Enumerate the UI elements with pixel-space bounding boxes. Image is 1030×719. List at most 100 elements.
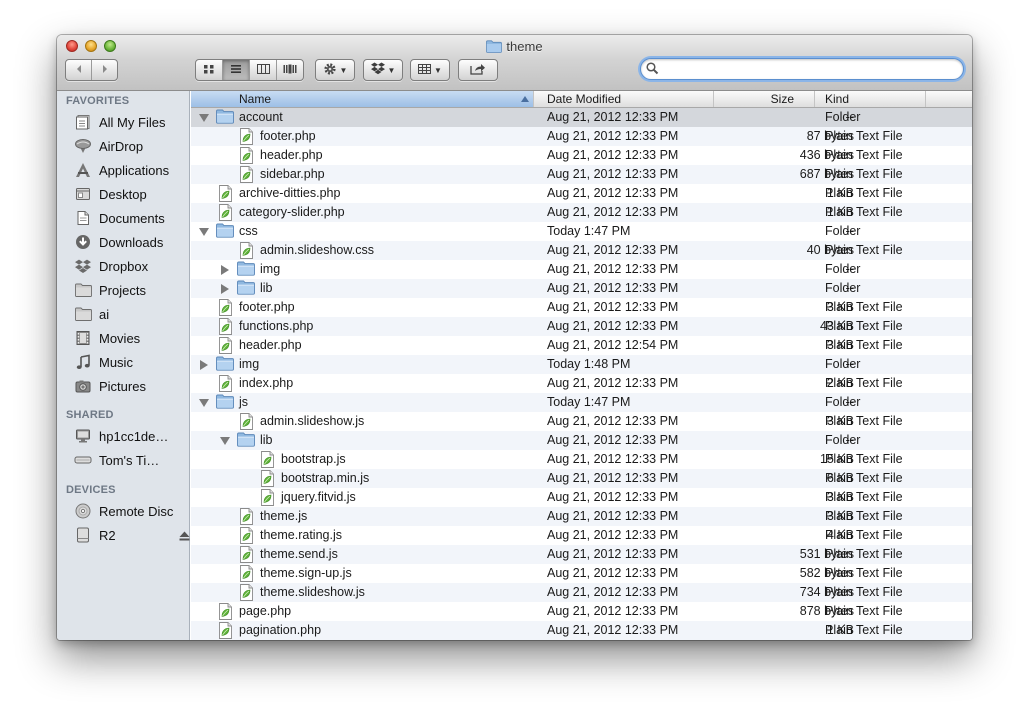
file-name: index.php <box>239 376 294 390</box>
list-view-button[interactable] <box>223 60 250 80</box>
arrange-menu-button[interactable]: ▼ <box>410 59 450 81</box>
sidebar-item-dropbox[interactable]: Dropbox <box>73 256 189 276</box>
file-row[interactable]: page.php Aug 21, 2012 12:33 PM 878 bytes Pl… <box>191 602 972 621</box>
file-row[interactable]: theme.slideshow.js Aug 21, 2012 12:33 PM 7… <box>191 583 972 602</box>
file-date-modified: Aug 21, 2012 12:33 PM <box>547 205 679 219</box>
file-name: theme.sign-up.js <box>260 566 352 580</box>
folder-row[interactable]: account Aug 21, 2012 12:33 PM -- Folder <box>191 108 972 127</box>
file-kind: Folder <box>825 433 861 447</box>
kind-column-header[interactable]: Kind <box>815 91 926 107</box>
sidebar-item-movies[interactable]: Movies <box>73 328 189 348</box>
file-row[interactable]: theme.js Aug 21, 2012 12:33 PM 3 KB Plain T… <box>191 507 972 526</box>
desktop-icon <box>73 185 93 203</box>
disclosure-triangle-open-icon[interactable] <box>220 437 230 445</box>
file-kind: Plain Text File <box>825 585 903 599</box>
file-name: footer.php <box>260 129 316 143</box>
sidebar-item-hp1cc1de[interactable]: hp1cc1de… <box>73 426 189 446</box>
text-file-icon <box>218 204 236 221</box>
column-header-bar: Name Date Modified Size Kind <box>191 91 972 108</box>
file-row[interactable]: theme.rating.js Aug 21, 2012 12:33 PM 4 KB… <box>191 526 972 545</box>
coverflow-view-button[interactable] <box>277 60 303 80</box>
file-row[interactable]: header.php Aug 21, 2012 12:54 PM 3 KB Plain… <box>191 336 972 355</box>
date-column-header[interactable]: Date Modified <box>534 91 714 107</box>
back-button[interactable] <box>66 60 92 80</box>
sidebar-item-ai[interactable]: ai <box>73 304 189 324</box>
file-kind: Folder <box>825 262 861 276</box>
chevron-down-icon: ▼ <box>339 65 348 75</box>
sidebar-item-airdrop[interactable]: AirDrop <box>73 136 189 156</box>
disclosure-triangle-open-icon[interactable] <box>199 399 209 407</box>
file-row[interactable]: index.php Aug 21, 2012 12:33 PM 2 KB Plain … <box>191 374 972 393</box>
file-row[interactable]: bootstrap.min.js Aug 21, 2012 12:33 PM 6 K… <box>191 469 972 488</box>
folder-row[interactable]: lib Aug 21, 2012 12:33 PM -- Folder <box>191 279 972 298</box>
file-row[interactable]: functions.php Aug 21, 2012 12:33 PM 43 KB P… <box>191 317 972 336</box>
search-field[interactable] <box>640 58 964 80</box>
sidebar-item-remote-disc[interactable]: Remote Disc <box>73 501 189 521</box>
folder-row[interactable]: js Today 1:47 PM -- Folder <box>191 393 972 412</box>
file-kind: Folder <box>825 281 861 295</box>
folder-row[interactable]: css Today 1:47 PM -- Folder <box>191 222 972 241</box>
file-kind: Plain Text File <box>825 243 903 257</box>
folder-row[interactable]: lib Aug 21, 2012 12:33 PM -- Folder <box>191 431 972 450</box>
name-column-header[interactable]: Name <box>191 91 534 107</box>
sidebar-item-r2[interactable]: R2 <box>73 525 190 545</box>
file-name: footer.php <box>239 300 295 314</box>
sidebar-item-pictures[interactable]: Pictures <box>73 376 189 396</box>
file-row[interactable]: footer.php Aug 21, 2012 12:33 PM 3 KB Plain… <box>191 298 972 317</box>
size-column-header[interactable]: Size <box>714 91 815 107</box>
sidebar-item-applications[interactable]: Applications <box>73 160 189 180</box>
forward-button[interactable] <box>92 60 117 80</box>
chevron-down-icon: ▼ <box>387 65 396 75</box>
dropbox-menu-button[interactable]: ▼ <box>363 59 403 81</box>
date-column-label: Date Modified <box>547 92 622 106</box>
text-file-icon <box>239 508 257 525</box>
file-name: sidebar.php <box>260 167 325 181</box>
folder-row[interactable]: img Today 1:48 PM -- Folder <box>191 355 972 374</box>
sidebar-item-label: Downloads <box>99 234 164 250</box>
file-row[interactable]: sidebar.php Aug 21, 2012 12:33 PM 687 byte… <box>191 165 972 184</box>
file-row[interactable]: archive-ditties.php Aug 21, 2012 12:33 PM… <box>191 184 972 203</box>
sidebar-item-downloads[interactable]: Downloads <box>73 232 189 252</box>
sidebar-item-label: Movies <box>99 330 141 346</box>
file-date-modified: Aug 21, 2012 12:33 PM <box>547 585 679 599</box>
file-row[interactable]: header.php Aug 21, 2012 12:33 PM 436 bytes… <box>191 146 972 165</box>
file-date-modified: Aug 21, 2012 12:33 PM <box>547 547 679 561</box>
text-file-icon <box>218 185 236 202</box>
sidebar-item-projects[interactable]: Projects <box>73 280 189 300</box>
file-row[interactable]: category-slider.php Aug 21, 2012 12:33 PM… <box>191 203 972 222</box>
file-row[interactable]: admin.slideshow.js Aug 21, 2012 12:33 PM 3… <box>191 412 972 431</box>
text-file-icon <box>239 527 257 544</box>
file-row[interactable]: bootstrap.js Aug 21, 2012 12:33 PM 15 KB Pl… <box>191 450 972 469</box>
file-row[interactable]: admin.slideshow.css Aug 21, 2012 12:33 PM… <box>191 241 972 260</box>
sidebar-item-desktop[interactable]: Desktop <box>73 184 189 204</box>
sidebar-item-music[interactable]: Music <box>73 352 189 372</box>
disclosure-triangle-open-icon[interactable] <box>199 228 209 236</box>
sidebar-item-tom-s-ti[interactable]: Tom's Ti… <box>73 450 189 470</box>
file-row[interactable]: pagination.php Aug 21, 2012 12:33 PM 1 KB P… <box>191 621 972 640</box>
column-view-button[interactable] <box>250 60 277 80</box>
back-forward-control <box>65 59 118 81</box>
sidebar-item-documents[interactable]: Documents <box>73 208 189 228</box>
folder-icon <box>486 40 503 56</box>
list-view-icon <box>230 63 242 77</box>
text-file-icon <box>218 603 236 620</box>
sidebar-item-all-my-files[interactable]: All My Files <box>73 112 189 132</box>
action-menu-button[interactable]: ▼ <box>315 59 355 81</box>
share-button[interactable] <box>458 59 498 81</box>
file-row[interactable]: footer.php Aug 21, 2012 12:33 PM 87 bytes P… <box>191 127 972 146</box>
disclosure-triangle-closed-icon[interactable] <box>221 265 229 275</box>
file-row[interactable]: theme.sign-up.js Aug 21, 2012 12:33 PM 582… <box>191 564 972 583</box>
disclosure-triangle-open-icon[interactable] <box>199 114 209 122</box>
file-row[interactable]: theme.send.js Aug 21, 2012 12:33 PM 531 by… <box>191 545 972 564</box>
icon-view-button[interactable] <box>196 60 223 80</box>
disclosure-triangle-closed-icon[interactable] <box>221 284 229 294</box>
file-date-modified: Today 1:47 PM <box>547 395 631 409</box>
search-input[interactable] <box>661 61 955 79</box>
file-name: admin.slideshow.js <box>260 414 365 428</box>
file-row[interactable]: jquery.fitvid.js Aug 21, 2012 12:33 PM 3 K… <box>191 488 972 507</box>
disclosure-triangle-closed-icon[interactable] <box>200 360 208 370</box>
file-name: lib <box>260 281 273 295</box>
file-name: js <box>239 395 249 409</box>
eject-icon[interactable] <box>179 529 190 544</box>
folder-row[interactable]: img Aug 21, 2012 12:33 PM -- Folder <box>191 260 972 279</box>
